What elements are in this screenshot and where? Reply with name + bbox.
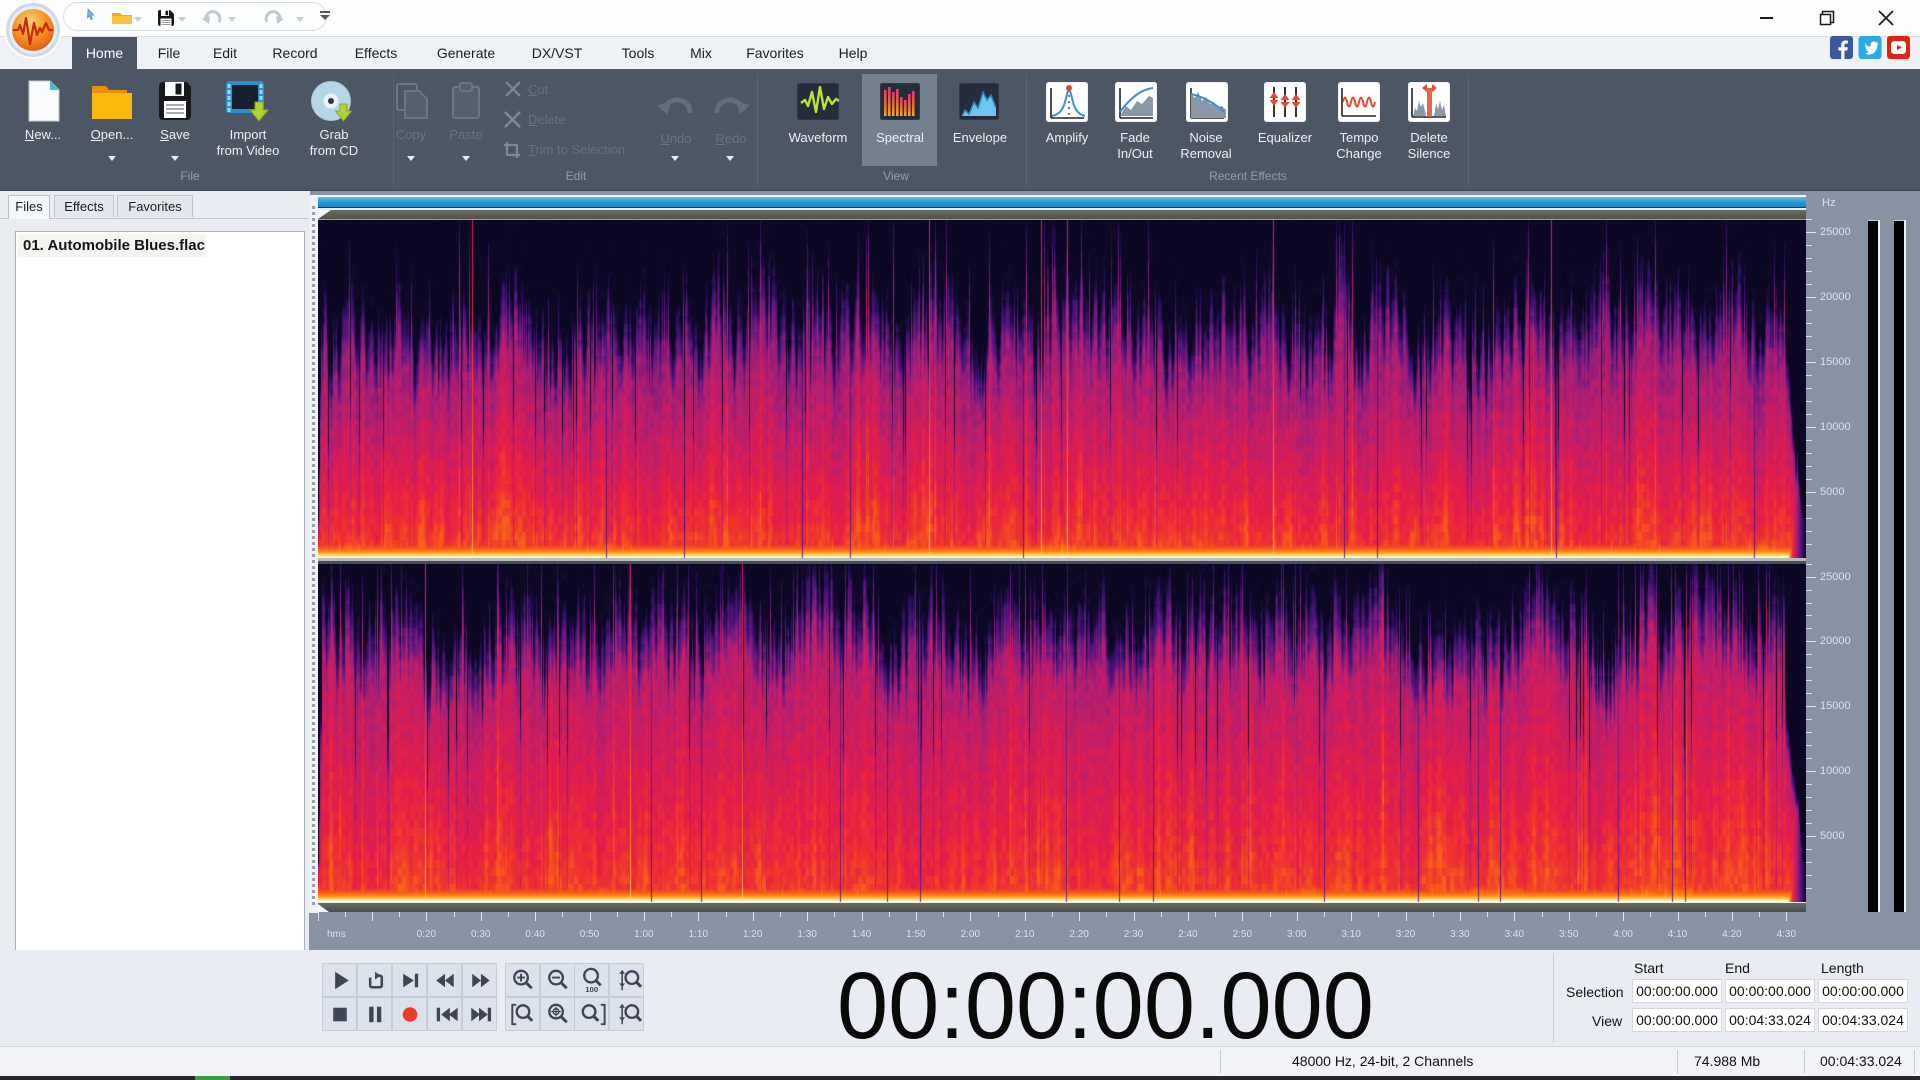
svg-text:100: 100 (586, 985, 599, 994)
